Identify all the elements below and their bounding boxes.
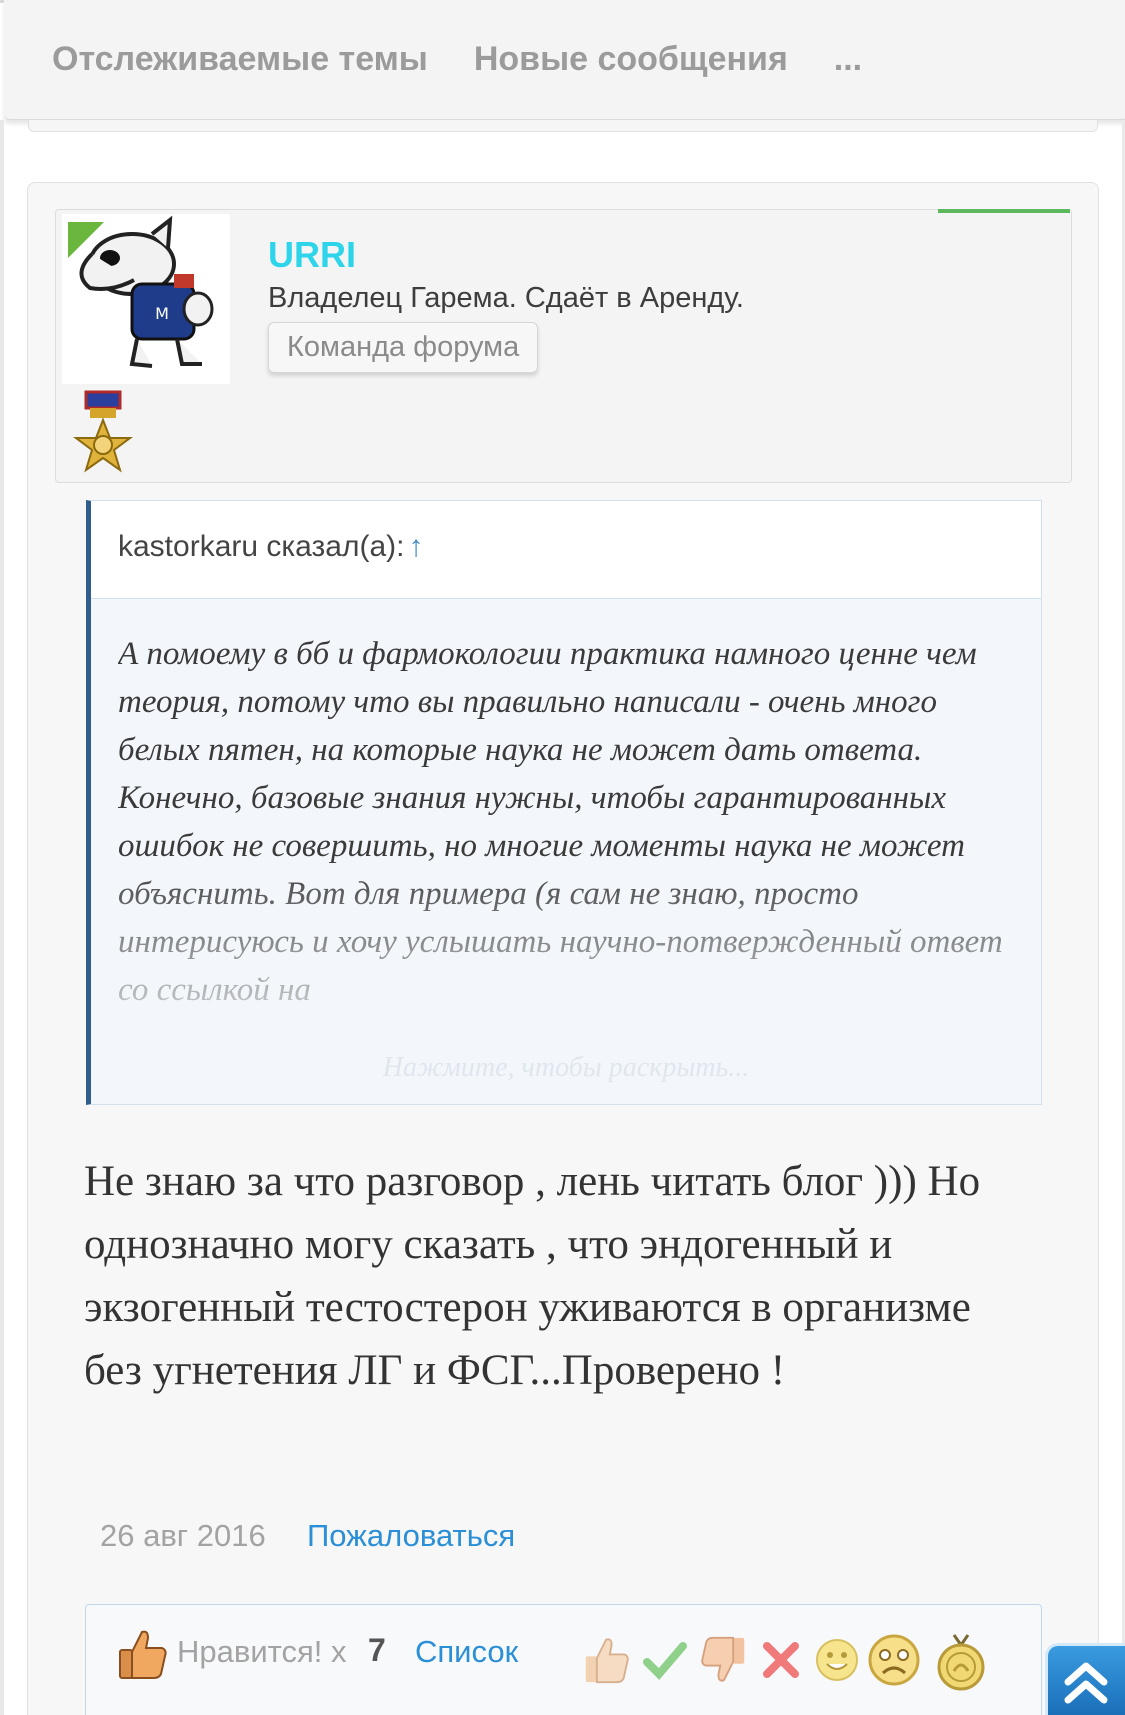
online-indicator-icon (68, 222, 104, 258)
staff-badge: Команда форума (268, 322, 539, 373)
likes-label: Нравится! x (177, 1634, 347, 1669)
report-link[interactable]: Пожаловаться (307, 1518, 515, 1554)
medal-icon (72, 390, 134, 480)
username-link[interactable]: URRI (268, 234, 356, 276)
post-message: Не знаю за что разговор , лень читать бл… (84, 1158, 981, 1394)
svg-text:M: M (155, 304, 169, 323)
nav-more[interactable]: ... (834, 40, 862, 79)
rate-sad-face-icon[interactable] (867, 1633, 921, 1687)
post-date[interactable]: 26 авг 2016 (100, 1518, 266, 1554)
rate-thumbs-down-icon[interactable] (699, 1636, 747, 1684)
quote-text: А помоему в бб и фармокологии практика н… (118, 636, 1003, 1008)
user-title: Владелец Гарема. Сдаёт в Аренду. (268, 282, 744, 314)
nav-shadow-panel (28, 120, 1098, 132)
card-accent-bar (938, 209, 1070, 213)
quote-expand-link[interactable]: Нажмите, чтобы раскрыть... (91, 1052, 1041, 1084)
nav-new-posts[interactable]: Новые сообщения (474, 40, 788, 79)
rate-thumbs-up-icon[interactable] (583, 1636, 631, 1684)
rate-smile-icon[interactable] (813, 1636, 861, 1684)
rate-cross-icon[interactable] (757, 1636, 805, 1684)
quote-author-text: kastorkaru сказал(а): (118, 530, 405, 563)
like-thumb-icon (118, 1628, 168, 1680)
double-chevron-up-icon (1064, 1662, 1108, 1704)
quote-source-arrow-icon[interactable]: ↑ (408, 530, 423, 563)
scroll-to-top-button[interactable] (1048, 1646, 1125, 1715)
likes-list-link[interactable]: Список (415, 1634, 518, 1670)
quote-author: kastorkaru сказал(а): ↑ (118, 530, 423, 564)
likes-count: 7 (368, 1632, 386, 1668)
rate-check-icon[interactable] (641, 1636, 689, 1684)
page-left-edge (0, 120, 4, 1715)
nav-items: Отслеживаемые темы Новые сообщения ... (52, 40, 862, 79)
nav-watched-threads[interactable]: Отслеживаемые темы (52, 40, 428, 79)
top-nav: Отслеживаемые темы Новые сообщения ... (4, 0, 1125, 120)
rate-medal-icon[interactable] (932, 1633, 990, 1691)
